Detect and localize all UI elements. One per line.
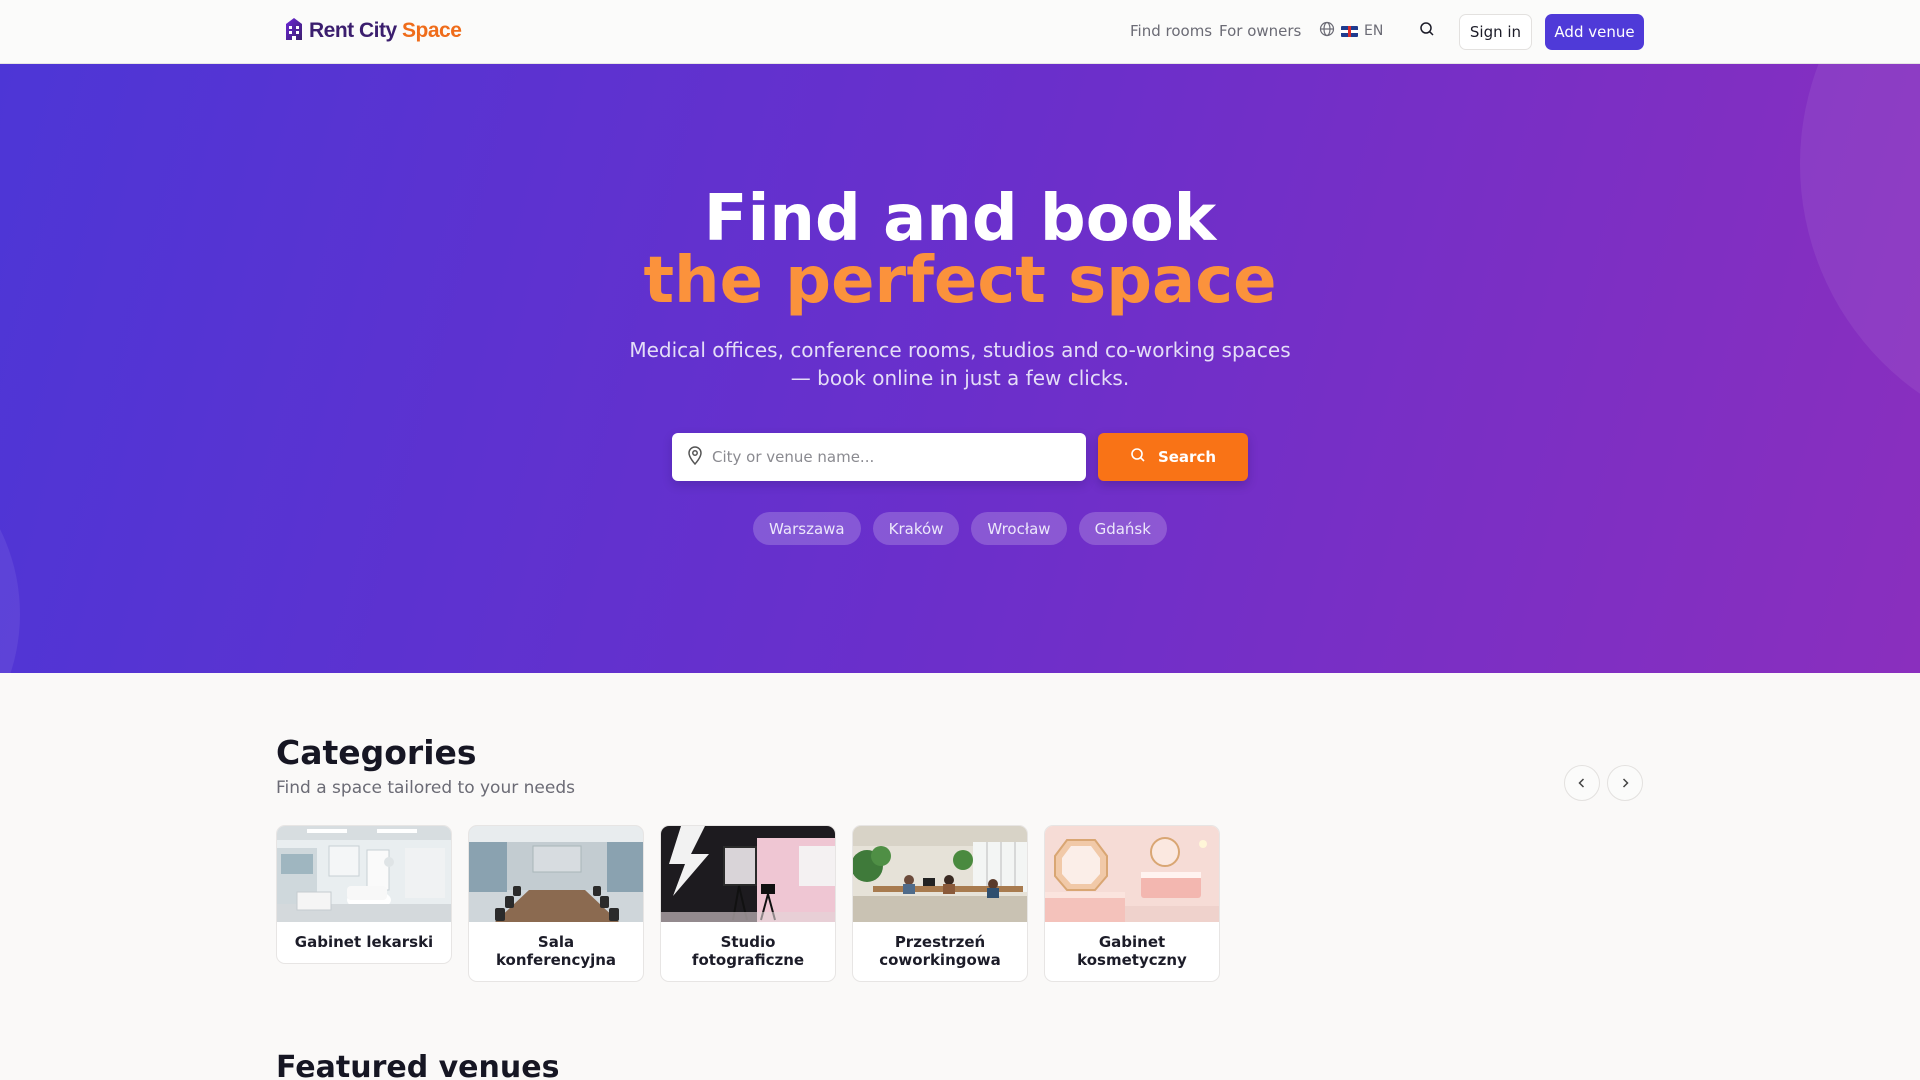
category-card-medical-office[interactable]: Gabinet lekarski bbox=[276, 825, 452, 964]
city-chip-warszawa[interactable]: Warszawa bbox=[753, 512, 861, 545]
search-input[interactable] bbox=[712, 448, 1072, 466]
chevron-left-icon bbox=[1576, 774, 1588, 793]
beauty-salon-image bbox=[1045, 826, 1219, 922]
globe-icon bbox=[1319, 21, 1335, 41]
categories-subtitle: Find a space tailored to your needs bbox=[276, 778, 575, 798]
search-button[interactable]: Search bbox=[1098, 433, 1248, 481]
sign-in-button[interactable]: Sign in bbox=[1459, 14, 1532, 50]
conference-room-image bbox=[469, 826, 643, 922]
medical-office-image bbox=[277, 826, 451, 922]
category-label: Studio fotograficzne bbox=[691, 933, 805, 969]
logo[interactable]: Rent City Space bbox=[285, 16, 462, 46]
search-button-label: Search bbox=[1157, 448, 1217, 466]
photo-studio-image bbox=[661, 826, 835, 922]
category-label: Gabinet kosmetyczny bbox=[1077, 933, 1187, 969]
city-chip-wroclaw[interactable]: Wrocław bbox=[971, 512, 1067, 545]
category-card-conference-room[interactable]: Sala konferencyjna bbox=[468, 825, 644, 982]
featured-venues-title: Featured venues bbox=[276, 1050, 560, 1080]
search-icon bbox=[1130, 447, 1146, 467]
top-navbar: Rent City Space Find rooms For owners EN… bbox=[0, 0, 1920, 64]
hero-title-line2: the perfect space bbox=[643, 244, 1277, 318]
coworking-image bbox=[853, 826, 1027, 922]
category-card-coworking[interactable]: Przestrzeń coworkingowa bbox=[852, 825, 1028, 982]
location-search-field[interactable] bbox=[672, 433, 1086, 481]
hero-subtitle-line1: Medical offices, conference rooms, studi… bbox=[629, 338, 1291, 362]
category-card-photo-studio[interactable]: Studio fotograficzne bbox=[660, 825, 836, 982]
map-pin-icon bbox=[686, 445, 704, 469]
chevron-right-icon bbox=[1619, 774, 1631, 793]
carousel-prev-button[interactable] bbox=[1564, 765, 1600, 801]
hero-title-line1: Find and book bbox=[703, 182, 1217, 256]
hero-subtitle: Medical offices, conference rooms, studi… bbox=[610, 336, 1310, 392]
building-icon bbox=[285, 17, 303, 45]
categories-title: Categories bbox=[276, 733, 477, 772]
logo-text-primary: Rent City bbox=[309, 19, 397, 42]
language-selector[interactable]: EN bbox=[1319, 21, 1383, 41]
city-chip-krakow[interactable]: Kraków bbox=[872, 512, 960, 545]
nav-for-owners[interactable]: For owners bbox=[1219, 22, 1301, 40]
language-code: EN bbox=[1364, 23, 1384, 39]
carousel-next-button[interactable] bbox=[1607, 765, 1643, 801]
nav-find-rooms[interactable]: Find rooms bbox=[1130, 22, 1212, 40]
category-carousel: Gabinet lekarski Sala konferencyjna Stud… bbox=[276, 825, 1220, 982]
category-label: Przestrzeń coworkingowa bbox=[879, 933, 1001, 969]
city-chip-gdansk[interactable]: Gdańsk bbox=[1078, 512, 1167, 545]
search-icon bbox=[1419, 21, 1435, 41]
category-label: Gabinet lekarski bbox=[294, 933, 434, 951]
uk-flag-icon bbox=[1341, 25, 1358, 37]
decorative-circle bbox=[0, 424, 20, 673]
add-venue-button[interactable]: Add venue bbox=[1545, 14, 1644, 50]
hero-section: Find and book the perfect space Medical … bbox=[0, 64, 1920, 673]
hero-subtitle-line2: — book online in just a few clicks. bbox=[790, 366, 1130, 390]
hero-title: Find and book the perfect space bbox=[0, 182, 1920, 318]
category-card-beauty-salon[interactable]: Gabinet kosmetyczny bbox=[1044, 825, 1220, 982]
logo-text-accent: Space bbox=[402, 19, 462, 42]
header-search-button[interactable] bbox=[1416, 20, 1438, 42]
popular-cities: Warszawa Kraków Wrocław Gdańsk bbox=[0, 512, 1920, 545]
category-label: Sala konferencyjna bbox=[495, 933, 617, 969]
